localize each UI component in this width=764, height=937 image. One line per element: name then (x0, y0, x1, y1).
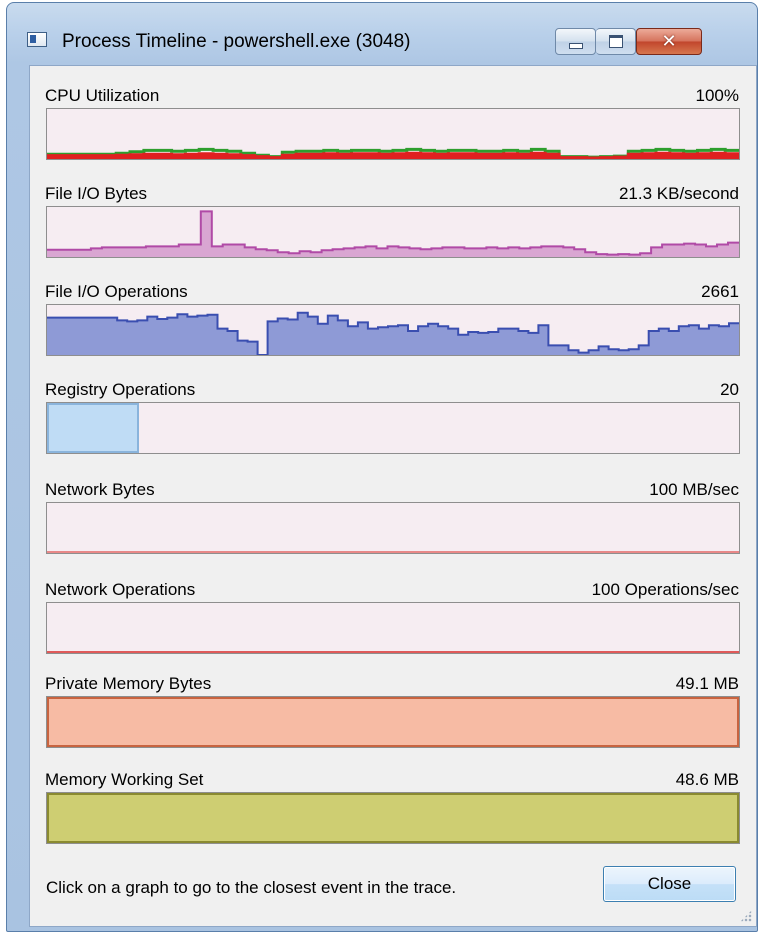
maximize-icon (608, 35, 623, 48)
graph-svg (47, 147, 739, 159)
close-window-button[interactable]: ✕ (636, 28, 702, 55)
graph-label: Private Memory Bytes (45, 674, 212, 693)
graph-plot[interactable] (46, 602, 740, 654)
graph-svg (47, 697, 739, 747)
graph-max-value: 48.6 MB (675, 770, 739, 789)
graph-plot[interactable] (46, 304, 740, 356)
graph-max-value: 2661 (701, 282, 739, 301)
minimize-icon (568, 42, 583, 49)
graph-max-value: 21.3 KB/second (618, 184, 739, 203)
graph-max-value: 20 (720, 380, 739, 399)
hint-text: Click on a graph to go to the closest ev… (46, 878, 457, 897)
graph-max-value: 100 Operations/sec (591, 580, 739, 599)
value-block (47, 403, 139, 453)
graph-label: File I/O Bytes (45, 184, 148, 203)
value-block (47, 697, 739, 747)
graph-svg (47, 651, 739, 653)
window-title: Process Timeline - powershell.exe (3048) (62, 31, 411, 52)
graph-label: Network Operations (45, 580, 196, 599)
minimize-button[interactable] (555, 28, 596, 55)
graph-max-value: 100 MB/sec (649, 480, 739, 499)
graph-max-value: 49.1 MB (675, 674, 739, 693)
series-area (47, 211, 739, 257)
graph-plot[interactable] (46, 108, 740, 160)
graph-svg (47, 403, 139, 453)
graph-max-value: 100% (695, 86, 739, 105)
resize-grip-icon[interactable] (740, 910, 752, 922)
graph-label: Registry Operations (45, 380, 196, 399)
process-timeline-window: Process Timeline - powershell.exe (3048)… (6, 2, 758, 932)
timeline-panel: CPU Utilization 100% File I/O Bytes 21.3… (29, 65, 757, 927)
graph-label: CPU Utilization (45, 86, 160, 105)
value-block (47, 793, 739, 843)
graph-label: Memory Working Set (45, 770, 204, 789)
graph-svg (47, 311, 739, 355)
graph-plot[interactable] (46, 696, 740, 748)
graph-plot[interactable] (46, 792, 740, 844)
graph-label: File I/O Operations (45, 282, 188, 301)
graph-svg (47, 793, 739, 843)
app-window-icon[interactable] (27, 32, 47, 47)
graph-svg (47, 210, 739, 257)
graph-plot[interactable] (46, 502, 740, 554)
graph-svg (47, 551, 739, 553)
graph-plot[interactable] (46, 206, 740, 258)
close-button[interactable]: Close (603, 866, 736, 902)
graph-label: Network Bytes (45, 480, 155, 499)
graph-plot[interactable] (46, 402, 740, 454)
close-x-icon: ✕ (661, 31, 677, 52)
maximize-button[interactable] (596, 28, 636, 55)
